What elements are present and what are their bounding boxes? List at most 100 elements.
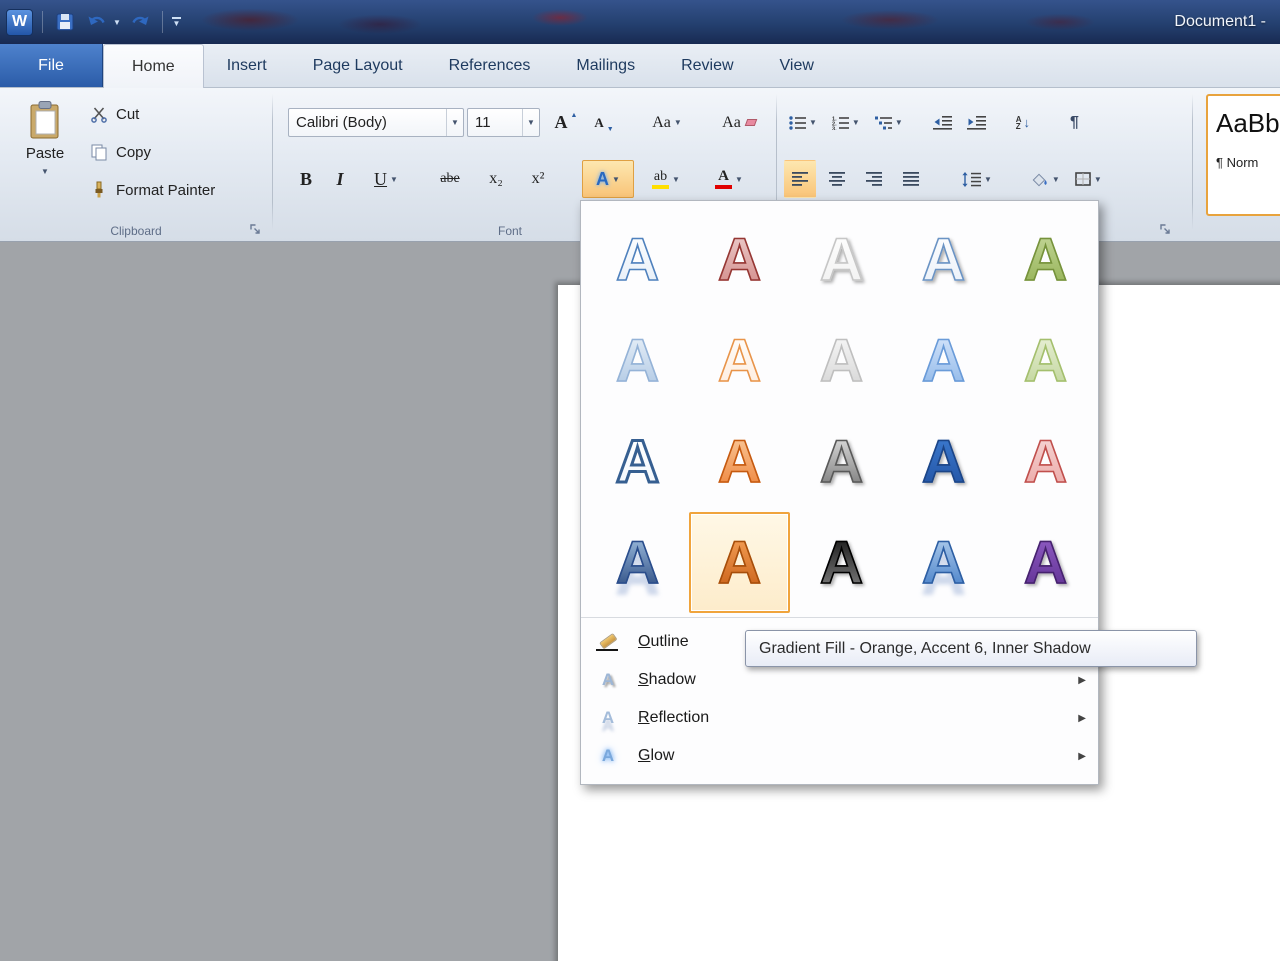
shading-dropdown-arrow-icon[interactable]: ▼ <box>1052 175 1060 184</box>
multilevel-list-button[interactable]: ▼ <box>870 108 908 137</box>
superscript-button[interactable]: x² <box>518 160 558 198</box>
increase-indent-button[interactable] <box>962 108 991 137</box>
line-spacing-button[interactable]: ▼ <box>957 160 997 198</box>
clear-formatting-glyph: Aa <box>722 114 741 132</box>
justify-button[interactable] <box>895 160 927 198</box>
text-effects-icon: A <box>596 169 609 190</box>
text-effect-option-fill-blue-solid[interactable]: A <box>893 411 994 512</box>
grow-font-glyph: A <box>555 112 568 133</box>
menu-item-reflection[interactable]: AReflection▶ <box>581 699 1098 737</box>
copy-button[interactable]: Copy <box>86 138 155 166</box>
text-effect-option-outline-blue[interactable]: A <box>587 209 688 310</box>
show-hide-formatting-button[interactable]: ¶ <box>1065 108 1084 137</box>
tab-mailings[interactable]: Mailings <box>553 44 658 87</box>
text-effect-option-gradient-orange-outline[interactable]: A <box>689 411 790 512</box>
text-effect-option-gradient-black[interactable]: A <box>791 512 892 613</box>
numbering-button[interactable]: 1.2.3. ▼ <box>827 108 865 137</box>
tab-review[interactable]: Review <box>658 44 756 87</box>
format-painter-button[interactable]: Format Painter <box>86 176 219 204</box>
underline-dropdown-arrow-icon[interactable]: ▼ <box>390 175 398 184</box>
paste-dropdown-arrow-icon[interactable]: ▼ <box>41 167 49 176</box>
undo-button[interactable] <box>84 9 110 35</box>
decrease-indent-button[interactable] <box>928 108 957 137</box>
text-effect-option-fill-red-outline[interactable]: A <box>689 209 790 310</box>
paste-button[interactable]: Paste ▼ <box>12 94 78 212</box>
text-effect-option-outline-gray-shadow[interactable]: A <box>791 209 892 310</box>
borders-button[interactable]: ▼ <box>1070 160 1107 198</box>
font-size-combobox[interactable]: 11 ▼ <box>467 108 540 137</box>
clipboard-dialog-launcher[interactable] <box>248 222 262 236</box>
font-name-dropdown-arrow-icon[interactable]: ▼ <box>446 109 463 136</box>
clear-formatting-button[interactable]: Aa <box>716 108 762 137</box>
text-effect-option-fill-olive[interactable]: A <box>995 209 1096 310</box>
bold-button[interactable]: B <box>290 160 322 198</box>
text-effect-option-gradient-light-blue[interactable]: A <box>587 310 688 411</box>
tab-references[interactable]: References <box>426 44 554 87</box>
text-effect-option-outline-navy-heavy[interactable]: A <box>587 411 688 512</box>
align-right-button[interactable] <box>858 160 890 198</box>
strikethrough-button[interactable]: abe <box>426 160 474 198</box>
text-effects-dropdown-arrow-icon[interactable]: ▼ <box>612 175 620 184</box>
save-button[interactable] <box>52 9 78 35</box>
word-logo-icon[interactable]: W <box>6 9 33 36</box>
text-effect-option-gradient-blue-reflection[interactable]: A <box>587 512 688 613</box>
italic-button[interactable]: I <box>326 160 354 198</box>
customize-qat-button[interactable]: ▼ <box>172 17 181 27</box>
text-effect-option-fill-purple[interactable]: A <box>995 512 1096 613</box>
effect-letter: A <box>610 529 665 597</box>
paste-clipboard-icon <box>28 100 62 140</box>
text-effect-option-gradient-silver[interactable]: A <box>791 310 892 411</box>
font-size-value[interactable]: 11 <box>468 109 522 136</box>
paragraph-dialog-launcher[interactable] <box>1158 222 1172 236</box>
text-effect-option-gradient-gray-shadow[interactable]: A <box>791 411 892 512</box>
text-effect-option-gradient-orange-inner-shadow[interactable]: A <box>689 512 790 613</box>
subscript-button[interactable]: x₂ <box>478 160 514 198</box>
copy-icon <box>90 143 108 161</box>
sort-button[interactable]: AZ ↓ <box>1011 108 1035 137</box>
font-size-dropdown-arrow-icon[interactable]: ▼ <box>522 109 539 136</box>
cut-button[interactable]: Cut <box>86 100 143 128</box>
highlight-dropdown-arrow-icon[interactable]: ▼ <box>672 175 680 184</box>
shrink-font-button[interactable]: A ▼ <box>587 108 621 137</box>
align-center-button[interactable] <box>821 160 853 198</box>
submenu-arrow-icon: ▶ <box>1078 713 1086 724</box>
text-effect-option-gradient-blue-glow[interactable]: A <box>893 512 994 613</box>
text-effect-option-fill-pink-outline-red[interactable]: A <box>995 411 1096 512</box>
menu-item-glow[interactable]: AGlow▶ <box>581 737 1098 775</box>
grow-font-button[interactable]: A ▲ <box>547 108 585 137</box>
effect-letter: A <box>712 226 767 294</box>
multilevel-dropdown-arrow-icon[interactable]: ▼ <box>895 118 903 127</box>
text-effect-option-gradient-sky-blue[interactable]: A <box>893 310 994 411</box>
tab-home[interactable]: Home <box>103 44 204 88</box>
style-normal-cell[interactable]: AaBbC ¶ Norm <box>1206 94 1280 216</box>
line-spacing-dropdown-arrow-icon[interactable]: ▼ <box>984 175 992 184</box>
font-name-combobox[interactable]: Calibri (Body) ▼ <box>288 108 464 137</box>
font-color-dropdown-arrow-icon[interactable]: ▼ <box>735 175 743 184</box>
align-left-button[interactable] <box>784 160 816 198</box>
numbering-dropdown-arrow-icon[interactable]: ▼ <box>852 118 860 127</box>
text-effect-option-outline-orange[interactable]: A <box>689 310 790 411</box>
outline-icon <box>595 629 621 655</box>
align-left-icon <box>792 172 809 186</box>
change-case-button[interactable]: Aa ▼ <box>641 108 693 137</box>
bullets-button[interactable]: ▼ <box>784 108 822 137</box>
tab-view[interactable]: View <box>757 44 837 87</box>
text-highlight-color-button[interactable]: ab ▼ <box>638 160 694 198</box>
undo-dropdown-arrow-icon[interactable]: ▼ <box>113 18 121 27</box>
shading-button[interactable]: ▼ <box>1027 160 1065 198</box>
font-name-value[interactable]: Calibri (Body) <box>289 109 446 136</box>
redo-button[interactable] <box>127 9 153 35</box>
effect-letter: A <box>712 529 767 597</box>
tab-page-layout[interactable]: Page Layout <box>290 44 426 87</box>
text-effect-option-gradient-light-olive[interactable]: A <box>995 310 1096 411</box>
underline-button[interactable]: U ▼ <box>360 160 412 198</box>
borders-dropdown-arrow-icon[interactable]: ▼ <box>1094 175 1102 184</box>
text-effects-button[interactable]: A ▼ <box>582 160 634 198</box>
effect-letter: A <box>1018 226 1073 294</box>
bullets-dropdown-arrow-icon[interactable]: ▼ <box>809 118 817 127</box>
text-effect-option-outline-blue-shadow[interactable]: A <box>893 209 994 310</box>
tab-insert[interactable]: Insert <box>204 44 290 87</box>
tab-file[interactable]: File <box>0 44 103 87</box>
font-color-button[interactable]: A ▼ <box>700 160 758 198</box>
change-case-glyph: Aa <box>652 114 671 132</box>
